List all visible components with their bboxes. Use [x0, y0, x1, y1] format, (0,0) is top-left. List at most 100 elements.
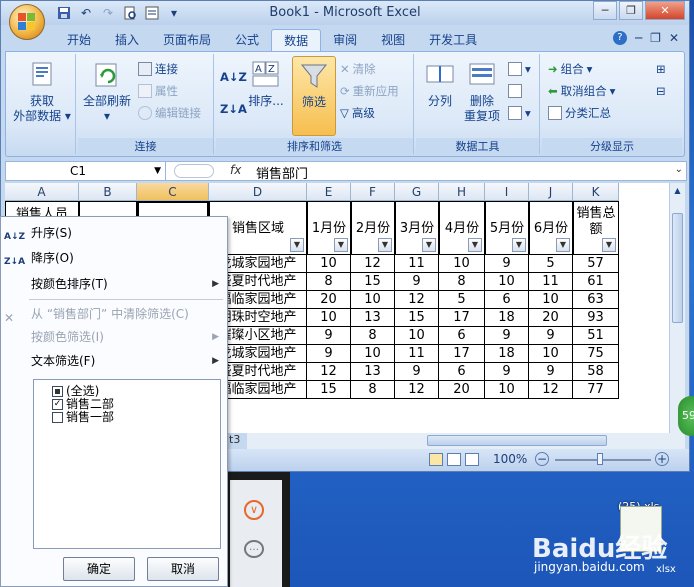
sort-descending-item[interactable]: Z↓A 降序(O) — [1, 246, 227, 270]
sheet-tab[interactable]: t3 — [229, 433, 249, 449]
table-cell[interactable]: 20 — [529, 309, 573, 327]
checkbox-icon[interactable]: ✓ — [52, 398, 63, 410]
column-header-b[interactable]: B — [79, 183, 137, 201]
table-cell[interactable]: 20 — [439, 381, 485, 399]
column-header-i[interactable]: I — [485, 183, 529, 201]
ok-button[interactable]: 确定 — [63, 557, 135, 581]
ribbon-minimize-icon[interactable]: ─ — [635, 31, 642, 45]
table-cell[interactable]: 63 — [573, 291, 619, 309]
scroll-up-icon[interactable]: ▲ — [670, 183, 685, 199]
checkbox-icon[interactable] — [52, 411, 63, 423]
table-cell[interactable]: 10 — [307, 255, 351, 273]
table-cell[interactable]: 17 — [439, 309, 485, 327]
table-cell[interactable]: 6 — [439, 363, 485, 381]
table-cell[interactable]: 5 — [439, 291, 485, 309]
help-icon[interactable]: ? — [612, 31, 627, 45]
filter-dropdown-icon-d[interactable]: ▼ — [290, 238, 304, 252]
column-header-g[interactable]: G — [395, 183, 439, 201]
table-cell[interactable]: 17 — [439, 345, 485, 363]
normal-view-icon[interactable] — [429, 453, 443, 466]
close-button[interactable]: ✕ — [645, 1, 685, 20]
checkbox-icon[interactable] — [52, 385, 63, 397]
column-header-h[interactable]: H — [439, 183, 485, 201]
table-cell[interactable]: 9 — [485, 327, 529, 345]
table-cell[interactable]: 61 — [573, 273, 619, 291]
sort-by-color-item[interactable]: 按颜色排序(T) ▶ — [1, 272, 227, 296]
text-filters-item[interactable]: 文本筛选(F) ▶ — [1, 349, 227, 373]
floating-badge[interactable]: 59 — [678, 396, 694, 436]
table-cell[interactable]: 9 — [307, 327, 351, 345]
table-cell[interactable]: 12 — [395, 381, 439, 399]
column-header-c[interactable]: C — [137, 183, 209, 201]
table-cell[interactable]: 12 — [395, 291, 439, 309]
zoom-slider[interactable] — [555, 459, 651, 461]
ribbon-restore-icon[interactable]: ❐ — [650, 31, 661, 45]
table-cell[interactable]: 10 — [529, 345, 573, 363]
tab-1[interactable]: 插入 — [103, 29, 151, 51]
tab-5[interactable]: 审阅 — [321, 29, 369, 51]
table-cell[interactable]: 13 — [351, 363, 395, 381]
table-cell[interactable]: 9 — [529, 363, 573, 381]
refresh-all-button[interactable]: 全部刷新 ▾ — [80, 60, 134, 124]
filter-dropdown-icon-h[interactable]: ▼ — [468, 238, 482, 252]
table-cell[interactable]: 10 — [485, 273, 529, 291]
sort-az-button[interactable]: A↓Z — [220, 68, 247, 86]
page-break-view-icon[interactable] — [465, 453, 479, 466]
formula-input[interactable]: 销售部门 — [256, 163, 308, 182]
zoom-slider-handle[interactable] — [597, 453, 603, 465]
tab-6[interactable]: 视图 — [369, 29, 417, 51]
table-cell[interactable]: 11 — [529, 273, 573, 291]
filter-list-item[interactable]: 销售一部 — [52, 410, 114, 424]
filter-dropdown-icon-j[interactable]: ▼ — [556, 238, 570, 252]
office-button[interactable] — [9, 4, 45, 40]
formula-bar-expand-icon[interactable]: ⌄ — [675, 164, 683, 175]
filter-dropdown-icon-f[interactable]: ▼ — [378, 238, 392, 252]
tab-3[interactable]: 公式 — [223, 29, 271, 51]
table-cell[interactable]: 10 — [395, 327, 439, 345]
name-box-dropdown-icon[interactable]: ▼ — [154, 162, 161, 180]
table-cell[interactable]: 6 — [485, 291, 529, 309]
column-header-a[interactable]: A — [5, 183, 79, 201]
hide-detail-icon[interactable]: ⊟ — [656, 82, 666, 100]
tab-7[interactable]: 开发工具 — [417, 29, 489, 51]
ungroup-button[interactable]: ⬅ 取消组合 ▾ — [548, 82, 615, 100]
ribbon-close-icon[interactable]: ✕ — [669, 31, 679, 45]
group-button[interactable]: ➜ 组合 ▾ — [548, 60, 592, 78]
table-cell[interactable]: 12 — [529, 381, 573, 399]
get-external-data-button[interactable]: 获取 外部数据 ▾ — [12, 60, 72, 124]
insert-function-icon[interactable]: fx — [230, 163, 241, 177]
table-cell[interactable]: 8 — [351, 381, 395, 399]
vote-icon[interactable]: ∨ — [244, 500, 264, 520]
what-if-button[interactable]: ▾ — [508, 104, 531, 122]
table-cell[interactable]: 20 — [307, 291, 351, 309]
table-cell[interactable]: 5 — [529, 255, 573, 273]
hscroll-thumb[interactable] — [427, 435, 607, 446]
filter-dropdown-icon-k[interactable]: ▼ — [602, 238, 616, 252]
table-cell[interactable]: 8 — [307, 273, 351, 291]
zoom-out-icon[interactable]: − — [535, 452, 549, 466]
sort-za-button[interactable]: Z↓A — [220, 100, 247, 118]
page-layout-view-icon[interactable] — [447, 453, 461, 466]
table-cell[interactable]: 9 — [529, 327, 573, 345]
table-cell[interactable]: 10 — [307, 309, 351, 327]
table-cell[interactable]: 15 — [395, 309, 439, 327]
table-cell[interactable]: 10 — [439, 255, 485, 273]
horizontal-scrollbar[interactable] — [247, 433, 685, 449]
cancel-button[interactable]: 取消 — [147, 557, 219, 581]
connections-button[interactable]: 连接 — [138, 60, 178, 78]
filter-list-item[interactable]: ✓ 销售二部 — [52, 397, 114, 411]
filter-value-list[interactable]: (全选) ✓ 销售二部 销售一部 — [33, 379, 221, 549]
sort-ascending-item[interactable]: A↓Z 升序(S) — [1, 221, 227, 245]
show-detail-icon[interactable]: ⊞ — [656, 60, 666, 78]
table-cell[interactable]: 57 — [573, 255, 619, 273]
table-cell[interactable]: 15 — [351, 273, 395, 291]
formula-expand-icon[interactable] — [174, 164, 214, 178]
table-cell[interactable]: 15 — [307, 381, 351, 399]
remove-duplicates-button[interactable]: 删除 重复项 — [462, 60, 502, 124]
zoom-in-icon[interactable]: + — [655, 452, 669, 466]
subtotal-button[interactable]: 分类汇总 — [548, 104, 611, 122]
table-cell[interactable]: 11 — [395, 345, 439, 363]
filter-list-item[interactable]: (全选) — [52, 384, 99, 398]
tab-2[interactable]: 页面布局 — [151, 29, 223, 51]
restore-button[interactable]: ❐ — [619, 1, 643, 20]
